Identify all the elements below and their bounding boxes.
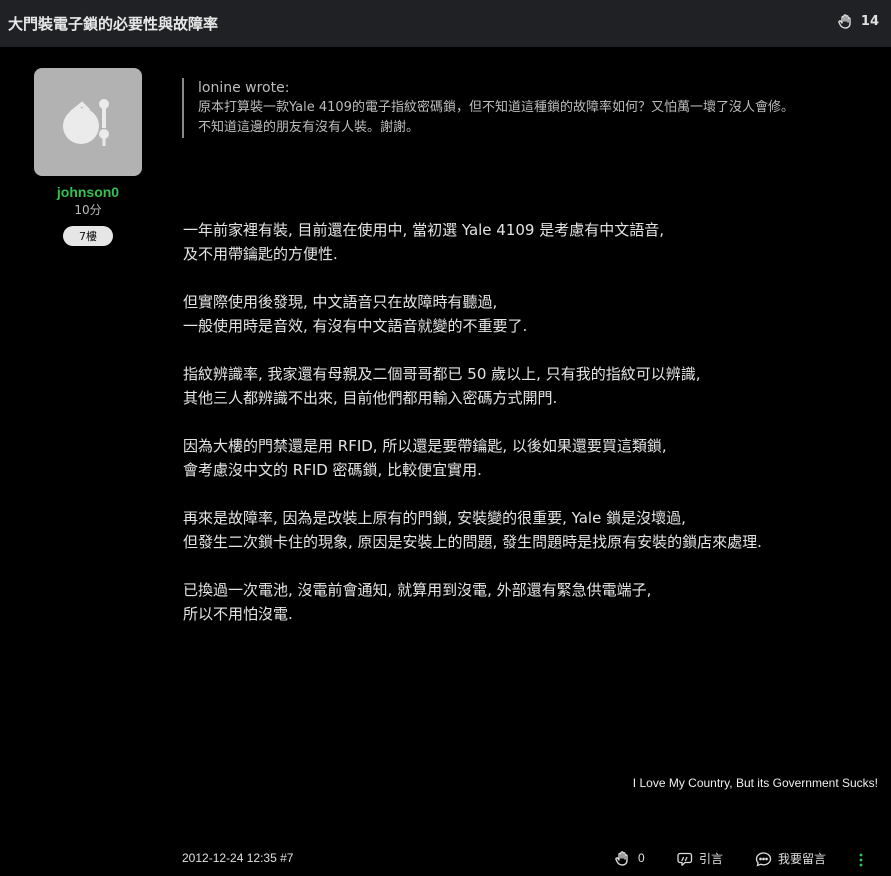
quote-label: 引言 <box>699 852 724 866</box>
post-line: 指紋辨識率, 我家還有母親及二個哥哥都已 50 歲以上, 只有我的指紋可以辨識, <box>183 365 701 383</box>
post-line: 但實際使用後發現, 中文語音只在故障時有聽過, <box>183 293 498 311</box>
thread-title: 大門裝電子鎖的必要性與故障率 <box>8 15 219 33</box>
post-line: 但發生二次鎖卡住的現象, 原因是安裝上的問題, 發生問題時是找原有安裝的鎖店來處… <box>183 533 762 551</box>
post-line: 再來是故障率, 因為是改裝上原有的門鎖, 安裝變的很重要, Yale 鎖是沒壞過… <box>183 509 686 527</box>
thread-gp-count: 14 <box>860 13 879 29</box>
thread-gp[interactable]: 14 <box>837 13 879 29</box>
post-line: 一年前家裡有裝, 目前還在使用中, 當初選 Yale 4109 是考慮有中文語音… <box>183 221 665 239</box>
post-datetime[interactable]: 2012-12-24 12:35 #7 <box>182 851 293 865</box>
post-line: 所以不用怕沒電. <box>183 605 293 623</box>
default-avatar-icon <box>60 96 118 148</box>
quote-button[interactable]: 引言 <box>676 850 723 867</box>
avatar[interactable] <box>34 68 142 176</box>
like-count: 0 <box>638 851 645 865</box>
post-line: 其他三人都辨識不出來, 目前他們都用輸入密碼方式開門. <box>183 389 558 407</box>
quote-bubble-icon <box>676 851 693 867</box>
quote-line: 不知道這邊的朋友有沒有人裝。謝謝。 <box>198 120 420 135</box>
clap-hand-icon <box>837 13 853 29</box>
post-paragraph: 已換過一次電池, 沒電前會通知, 就算用到沒電, 外部還有緊急供電端子, 所以不用… <box>183 578 873 626</box>
like-button[interactable]: 0 <box>614 850 645 866</box>
post-body: 一年前家裡有裝, 目前還在使用中, 當初選 Yale 4109 是考慮有中文語音… <box>183 218 873 650</box>
floor-badge: 7樓 <box>63 226 113 246</box>
post-line: 及不用帶鑰匙的方便性. <box>183 245 338 263</box>
post-line: 會考慮沒中文的 RFID 密碼鎖, 比較便宜實用. <box>183 461 482 479</box>
reply-label: 我要留言 <box>778 852 827 866</box>
post-footer: 2012-12-24 12:35 #7 0 引言 我要留言 <box>0 850 891 870</box>
clap-hand-icon <box>614 850 630 866</box>
post-paragraph: 再來是故障率, 因為是改裝上原有的門鎖, 安裝變的很重要, Yale 鎖是沒壞過… <box>183 506 873 554</box>
quote-line: 原本打算裝一款Yale 4109的電子指紋密碼鎖，但不知道這種鎖的故障率如何？又… <box>198 100 794 115</box>
quoted-post: lonine wrote: 原本打算裝一款Yale 4109的電子指紋密碼鎖，但… <box>182 78 888 138</box>
post-paragraph: 指紋辨識率, 我家還有母親及二個哥哥都已 50 歲以上, 只有我的指紋可以辨識,… <box>183 362 873 410</box>
author-score: 10分 <box>74 203 102 217</box>
post-line: 一般使用時是音效, 有沒有中文語音就變的不重要了. <box>183 317 528 335</box>
thread-header: 大門裝電子鎖的必要性與故障率 14 <box>0 0 891 47</box>
post-paragraph: 一年前家裡有裝, 目前還在使用中, 當初選 Yale 4109 是考慮有中文語音… <box>183 218 873 266</box>
user-signature: I Love My Country, But its Government Su… <box>632 776 878 790</box>
post-line: 已換過一次電池, 沒電前會通知, 就算用到沒電, 外部還有緊急供電端子, <box>183 581 652 599</box>
comment-bubble-icon <box>755 851 772 867</box>
post-paragraph: 因為大樓的門禁還是用 RFID, 所以還是要帶鑰匙, 以後如果還要買這類鎖, 會考… <box>183 434 873 482</box>
author-panel: johnson0 10分 7樓 <box>34 68 142 246</box>
more-vertical-icon[interactable] <box>858 852 864 868</box>
post-paragraph: 但實際使用後發現, 中文語音只在故障時有聽過, 一般使用時是音效, 有沒有中文語音… <box>183 290 873 338</box>
post-line: 因為大樓的門禁還是用 RFID, 所以還是要帶鑰匙, 以後如果還要買這類鎖, <box>183 437 667 455</box>
quote-author: lonine wrote: <box>198 80 290 96</box>
author-name[interactable]: johnson0 <box>34 184 142 200</box>
reply-button[interactable]: 我要留言 <box>755 850 826 867</box>
